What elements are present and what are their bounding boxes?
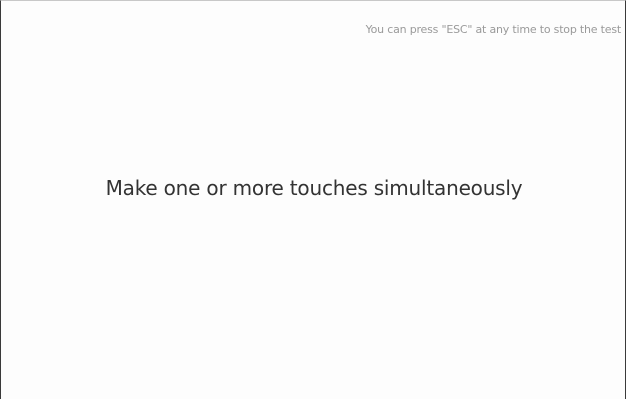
esc-hint-text: You can press "ESC" at any time to stop … [365, 23, 622, 36]
touch-instruction-text: Make one or more touches simultaneously [105, 176, 523, 200]
touch-test-area[interactable]: You can press "ESC" at any time to stop … [0, 0, 626, 399]
